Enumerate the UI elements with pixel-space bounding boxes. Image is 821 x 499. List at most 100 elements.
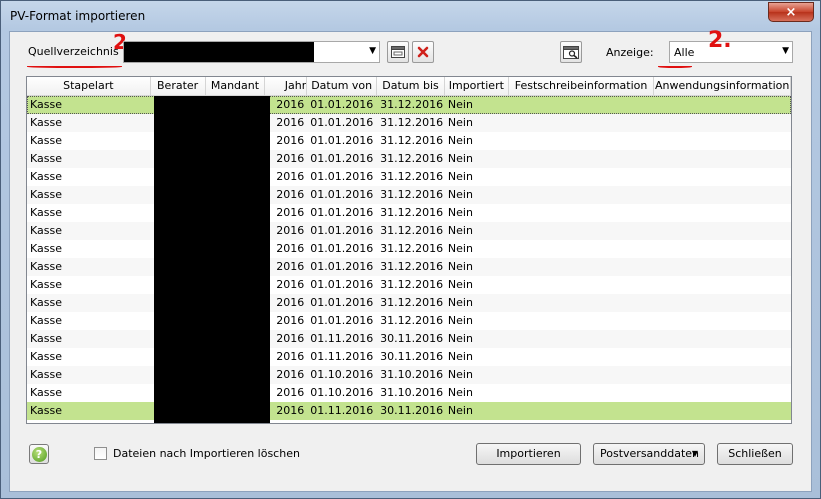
col-datum-bis-cell: 31.12.2016 (380, 206, 444, 219)
col-festschreibeinformation-cell (509, 312, 655, 330)
redacted-path (124, 42, 314, 62)
annotation-underline-anzeige (658, 65, 692, 68)
col-datum-von-cell: 01.01.2016 (310, 206, 374, 219)
col-anwendungsinformation-cell (654, 132, 791, 150)
delete-after-import-checkbox[interactable] (94, 447, 107, 460)
delete-entry-button[interactable] (412, 41, 434, 63)
col-stapelart-cell: Kasse (30, 296, 62, 309)
delete-after-import-label[interactable]: Dateien nach Importieren löschen (113, 447, 300, 460)
col-mandant-header[interactable]: Mandant (206, 77, 266, 96)
col-stapelart-cell: Kasse (30, 350, 62, 363)
table-row[interactable]: Kasse 2016 01.01.2016 31.12.2016 Nein (27, 186, 791, 204)
col-festschreibeinformation-cell (509, 294, 655, 312)
table-row[interactable]: Kasse 2016 01.11.2016 30.11.2016 Nein (27, 402, 791, 420)
col-importiert-cell: Nein (447, 350, 473, 363)
table-row[interactable]: Kasse 2016 01.01.2016 31.12.2016 Nein (27, 114, 791, 132)
dialog-window: PV-Format importieren × Quellverzeichnis… (0, 0, 821, 499)
table-row[interactable]: Kasse 2016 01.01.2016 31.12.2016 Nein (27, 222, 791, 240)
col-jahr-cell: 2016 (276, 170, 305, 183)
source-directory-label: Quellverzeichnis (28, 45, 119, 58)
title-bar[interactable]: PV-Format importieren × (1, 1, 820, 31)
col-datum-bis-header[interactable]: Datum bis (377, 77, 445, 96)
table-row[interactable]: Kasse 2016 01.11.2016 30.11.2016 Nein (27, 330, 791, 348)
grid-header: Stapelart Berater Mandant Jahr Datum von Datu… (27, 77, 791, 96)
window-close-button[interactable]: × (768, 2, 814, 22)
col-festschreibeinformation-header[interactable]: Festschreibeinformation (509, 77, 655, 96)
col-jahr-cell: 2016 (276, 368, 305, 381)
col-anwendungsinformation-header[interactable]: Anwendungsinformation (654, 77, 791, 96)
col-anwendungsinformation-cell (654, 366, 791, 384)
help-button[interactable]: ? (29, 444, 49, 464)
col-anwendungsinformation-cell (654, 312, 791, 330)
col-importiert-cell: Nein (447, 386, 473, 399)
table-row[interactable]: Kasse 2016 01.10.2016 31.10.2016 Nein (27, 384, 791, 402)
col-festschreibeinformation-cell (509, 348, 655, 366)
col-importiert-header[interactable]: Importiert (445, 77, 509, 96)
col-berater-header[interactable]: Berater (151, 77, 206, 96)
col-festschreibeinformation-cell (509, 132, 655, 150)
col-importiert-cell: Nein (447, 116, 473, 129)
col-datum-bis-cell: 31.12.2016 (380, 260, 444, 273)
browse-directory-button[interactable] (387, 41, 409, 63)
col-jahr-cell: 2016 (276, 188, 305, 201)
table-row[interactable]: Kasse 2016 01.01.2016 31.12.2016 Nein (27, 204, 791, 222)
table-row[interactable]: Kasse 2016 01.01.2016 31.12.2016 Nein (27, 132, 791, 150)
table-row[interactable]: Kasse 2016 01.10.2016 31.10.2016 Nein (27, 366, 791, 384)
col-datum-von-cell: 01.01.2016 (310, 188, 374, 201)
chevron-down-icon: ▼ (691, 449, 698, 458)
chevron-down-icon[interactable]: ▼ (782, 46, 789, 56)
table-row[interactable]: Kasse 2016 01.01.2016 31.12.2016 Nein (27, 168, 791, 186)
col-datum-von-cell: 01.11.2016 (310, 332, 374, 345)
col-stapelart-cell: Kasse (30, 224, 62, 237)
chevron-down-icon[interactable]: ▼ (369, 46, 376, 56)
col-datum-von-header[interactable]: Datum von (307, 77, 378, 96)
col-jahr-cell: 2016 (276, 278, 305, 291)
import-batch-grid[interactable]: Stapelart Berater Mandant Jahr Datum von Datu… (26, 76, 792, 424)
col-anwendungsinformation-cell (654, 276, 791, 294)
col-festschreibeinformation-cell (509, 402, 655, 420)
col-datum-von-cell: 01.01.2016 (310, 296, 374, 309)
table-row[interactable]: Kasse 2016 01.11.2016 30.11.2016 Nein (27, 348, 791, 366)
table-row[interactable]: Kasse 2016 01.01.2016 31.12.2016 Nein (27, 312, 791, 330)
table-row[interactable]: Kasse 2016 01.01.2016 31.12.2016 Nein (27, 276, 791, 294)
col-anwendungsinformation-cell (654, 330, 791, 348)
preview-button[interactable] (560, 41, 582, 63)
col-jahr-cell: 2016 (276, 314, 305, 327)
col-festschreibeinformation-cell (509, 204, 655, 222)
col-jahr-cell: 2016 (276, 242, 305, 255)
col-importiert-cell: Nein (447, 152, 473, 165)
col-jahr-header[interactable]: Jahr (265, 77, 308, 96)
table-row[interactable]: Kasse 2016 01.01.2016 31.12.2016 Nein (27, 294, 791, 312)
col-festschreibeinformation-cell (509, 240, 655, 258)
table-row[interactable]: Kasse 2016 01.01.2016 31.12.2016 Nein (27, 96, 791, 114)
col-jahr-cell: 2016 (276, 224, 305, 237)
col-stapelart-cell: Kasse (30, 170, 62, 183)
col-anwendungsinformation-cell (654, 114, 791, 132)
col-datum-bis-cell: 30.11.2016 (380, 332, 444, 345)
table-row[interactable]: Kasse 2016 01.01.2016 31.12.2016 Nein (27, 150, 791, 168)
close-button[interactable]: Schließen (717, 443, 793, 465)
col-datum-von-cell: 01.01.2016 (310, 314, 374, 327)
anzeige-selected-value: Alle (674, 46, 695, 59)
col-jahr-cell: 2016 (276, 296, 305, 309)
col-jahr-cell: 2016 (276, 152, 305, 165)
col-stapelart-cell: Kasse (30, 152, 62, 165)
col-stapelart-header[interactable]: Stapelart (27, 77, 151, 96)
table-row[interactable]: Kasse 2016 01.01.2016 31.12.2016 Nein (27, 258, 791, 276)
table-row[interactable]: Kasse 2016 01.01.2016 31.12.2016 Nein (27, 240, 791, 258)
col-jahr-cell: 2016 (276, 350, 305, 363)
col-datum-von-cell: 01.10.2016 (310, 368, 374, 381)
col-festschreibeinformation-cell (509, 222, 655, 240)
col-datum-bis-cell: 31.12.2016 (380, 170, 444, 183)
col-anwendungsinformation-cell (654, 258, 791, 276)
col-festschreibeinformation-cell (509, 96, 655, 114)
delete-x-icon (417, 46, 429, 58)
source-directory-combobox[interactable]: ▼ (123, 41, 380, 63)
preview-icon (563, 45, 579, 59)
import-button[interactable]: Importieren (476, 443, 581, 465)
col-datum-bis-cell: 30.11.2016 (380, 404, 444, 417)
postversanddaten-button[interactable]: Postversanddaten ▼ (593, 443, 705, 465)
col-anwendungsinformation-cell (654, 240, 791, 258)
col-jahr-cell: 2016 (276, 134, 305, 147)
col-datum-von-cell: 01.01.2016 (310, 152, 374, 165)
